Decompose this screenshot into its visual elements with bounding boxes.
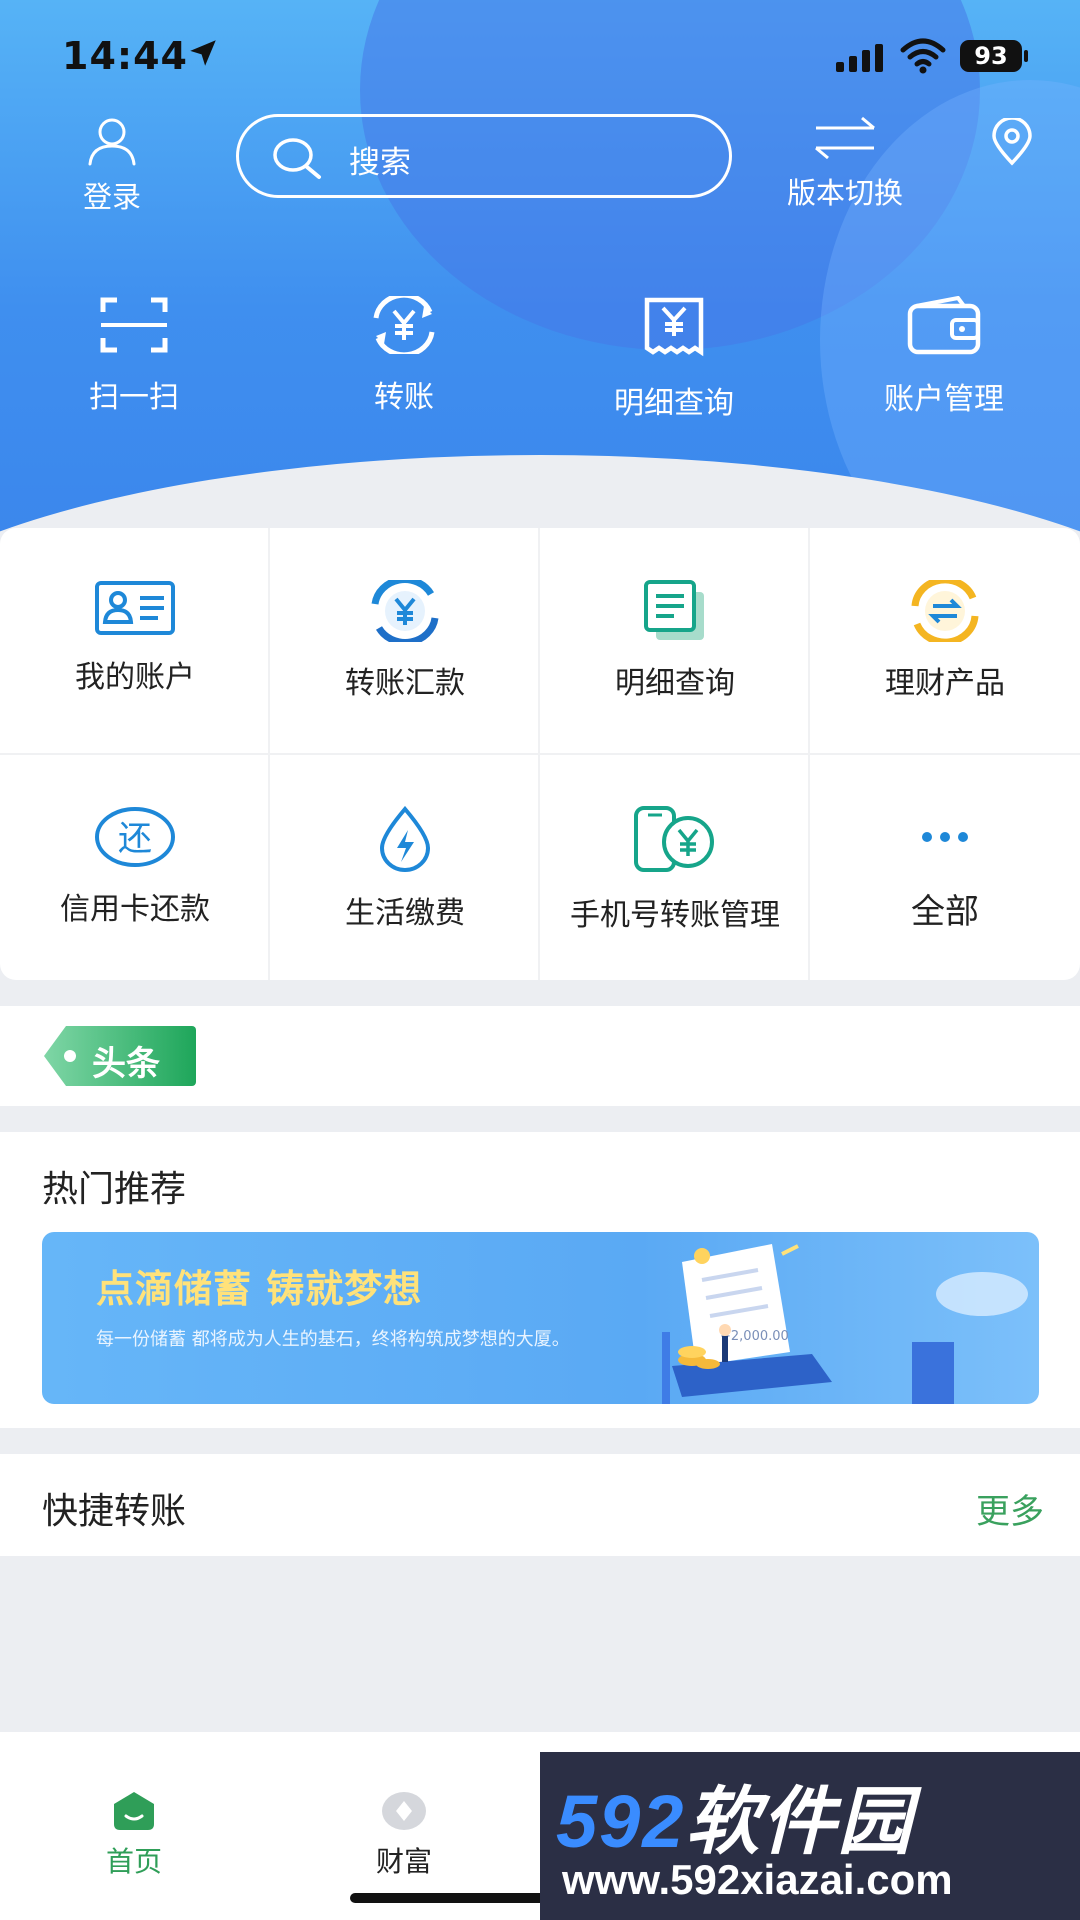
location-pin-icon[interactable] — [990, 116, 1034, 170]
switch-arrows-icon — [815, 116, 875, 160]
quick-action-statement[interactable]: 明细查询 — [574, 296, 774, 422]
search-input[interactable]: 搜索 — [236, 114, 732, 198]
site-watermark: 592软件园 www.592xiazai.com — [540, 1752, 1080, 1920]
wealth-icon — [382, 1792, 426, 1830]
login-label: 登录 — [82, 180, 141, 214]
service-statement-query[interactable]: 明细查询 — [540, 528, 810, 754]
service-grid: 我的账户 转账汇款 明细查询 理财产品 还 信用卡还款 生活缴费 手机号转账管理… — [0, 528, 1080, 980]
service-wealth-products[interactable]: 理财产品 — [810, 528, 1080, 754]
quick-action-scan[interactable]: 扫一扫 — [34, 296, 234, 416]
quick-action-label: 账户管理 — [884, 382, 1004, 417]
transfer-yuan-icon — [371, 580, 439, 642]
wifi-icon — [900, 38, 946, 78]
battery-tip — [1024, 50, 1028, 62]
version-switch-label: 版本切换 — [786, 176, 903, 210]
id-card-icon — [95, 581, 175, 635]
tab-label: 财富 — [375, 1845, 432, 1878]
savings-illustration: +2,000.00 — [662, 1244, 1028, 1404]
home-icon — [114, 1792, 154, 1830]
battery-indicator: 93 — [960, 40, 1022, 72]
banner-title: 点滴储蓄 铸就梦想 — [96, 1267, 423, 1311]
receipt-icon — [644, 297, 704, 357]
service-all[interactable]: 全部 — [810, 754, 1080, 980]
headline-tag: 头条 — [44, 1026, 196, 1086]
quick-action-transfer[interactable]: 转账 — [304, 296, 504, 416]
search-icon — [271, 135, 327, 185]
repay-icon: 还 — [95, 807, 175, 867]
service-life-payment[interactable]: 生活缴费 — [270, 754, 540, 980]
service-phone-transfer-manage[interactable]: 手机号转账管理 — [540, 754, 810, 980]
service-label: 转账汇款 — [345, 666, 465, 701]
phone-transfer-icon — [634, 806, 714, 872]
service-transfer-remit[interactable]: 转账汇款 — [270, 528, 540, 754]
tag-hole — [64, 1050, 76, 1062]
quick-actions: 扫一扫 转账 明细查询 账户管理 — [0, 296, 1080, 421]
savings-promo-banner[interactable]: 点滴储蓄 铸就梦想 每一份储蓄 都将成为人生的基石，终将构筑成梦想的大厦。 +2… — [42, 1232, 1039, 1404]
status-bar: 14:44 93 — [0, 30, 1080, 86]
version-switch-button[interactable]: 版本切换 — [770, 116, 920, 212]
service-label: 我的账户 — [75, 660, 195, 695]
watermark-logo-number: 592 — [556, 1780, 686, 1863]
quick-action-label: 扫一扫 — [89, 380, 179, 415]
search-placeholder: 搜索 — [349, 145, 411, 181]
tab-home[interactable]: 首页 — [54, 1790, 214, 1880]
section-title: 快捷转账 — [42, 1491, 187, 1532]
document-icon — [644, 580, 704, 640]
service-label: 手机号转账管理 — [570, 898, 780, 933]
service-label: 全部 — [911, 892, 979, 932]
svg-text:还: 还 — [118, 819, 152, 859]
tab-label: 首页 — [105, 1845, 162, 1878]
headline-tag-label: 头条 — [92, 1044, 160, 1084]
service-my-account[interactable]: 我的账户 — [0, 528, 270, 754]
service-label: 明细查询 — [615, 666, 735, 701]
quick-action-label: 转账 — [374, 380, 434, 415]
banner-subtitle: 每一份储蓄 都将成为人生的基石，终将构筑成梦想的大厦。 — [96, 1329, 570, 1350]
service-label: 理财产品 — [885, 666, 1005, 701]
headline-strip[interactable]: 头条 — [0, 1006, 1080, 1106]
exchange-icon — [911, 580, 979, 642]
quick-transfer-section: 快捷转账 更多 — [0, 1454, 1080, 1556]
watermark-logo: 592软件园 — [556, 1762, 913, 1869]
user-icon — [88, 118, 136, 166]
login-button[interactable]: 登录 — [72, 116, 152, 216]
wallet-icon — [907, 296, 981, 355]
quick-action-account-manage[interactable]: 账户管理 — [844, 296, 1044, 418]
more-link[interactable]: 更多 — [976, 1484, 1044, 1533]
location-arrow-icon — [186, 36, 220, 74]
service-credit-card-repay[interactable]: 还 信用卡还款 — [0, 754, 270, 980]
scan-icon — [100, 297, 168, 353]
more-dots-icon — [922, 832, 968, 842]
hot-recommend-section: 热门推荐 点滴储蓄 铸就梦想 每一份储蓄 都将成为人生的基石，终将构筑成梦想的大… — [0, 1132, 1080, 1428]
status-time: 14:44 — [62, 34, 188, 78]
service-label: 信用卡还款 — [60, 892, 210, 927]
watermark-url: www.592xiazai.com — [562, 1856, 953, 1903]
transfer-yuan-icon — [373, 296, 435, 354]
cellular-signal-icon — [836, 44, 886, 76]
section-title: 热门推荐 — [42, 1169, 187, 1210]
watermark-logo-text: 软件园 — [685, 1780, 914, 1863]
service-label: 生活缴费 — [345, 896, 465, 931]
quick-action-label: 明细查询 — [614, 386, 734, 421]
tab-wealth[interactable]: 财富 — [324, 1790, 484, 1880]
utility-drop-icon — [379, 806, 431, 872]
